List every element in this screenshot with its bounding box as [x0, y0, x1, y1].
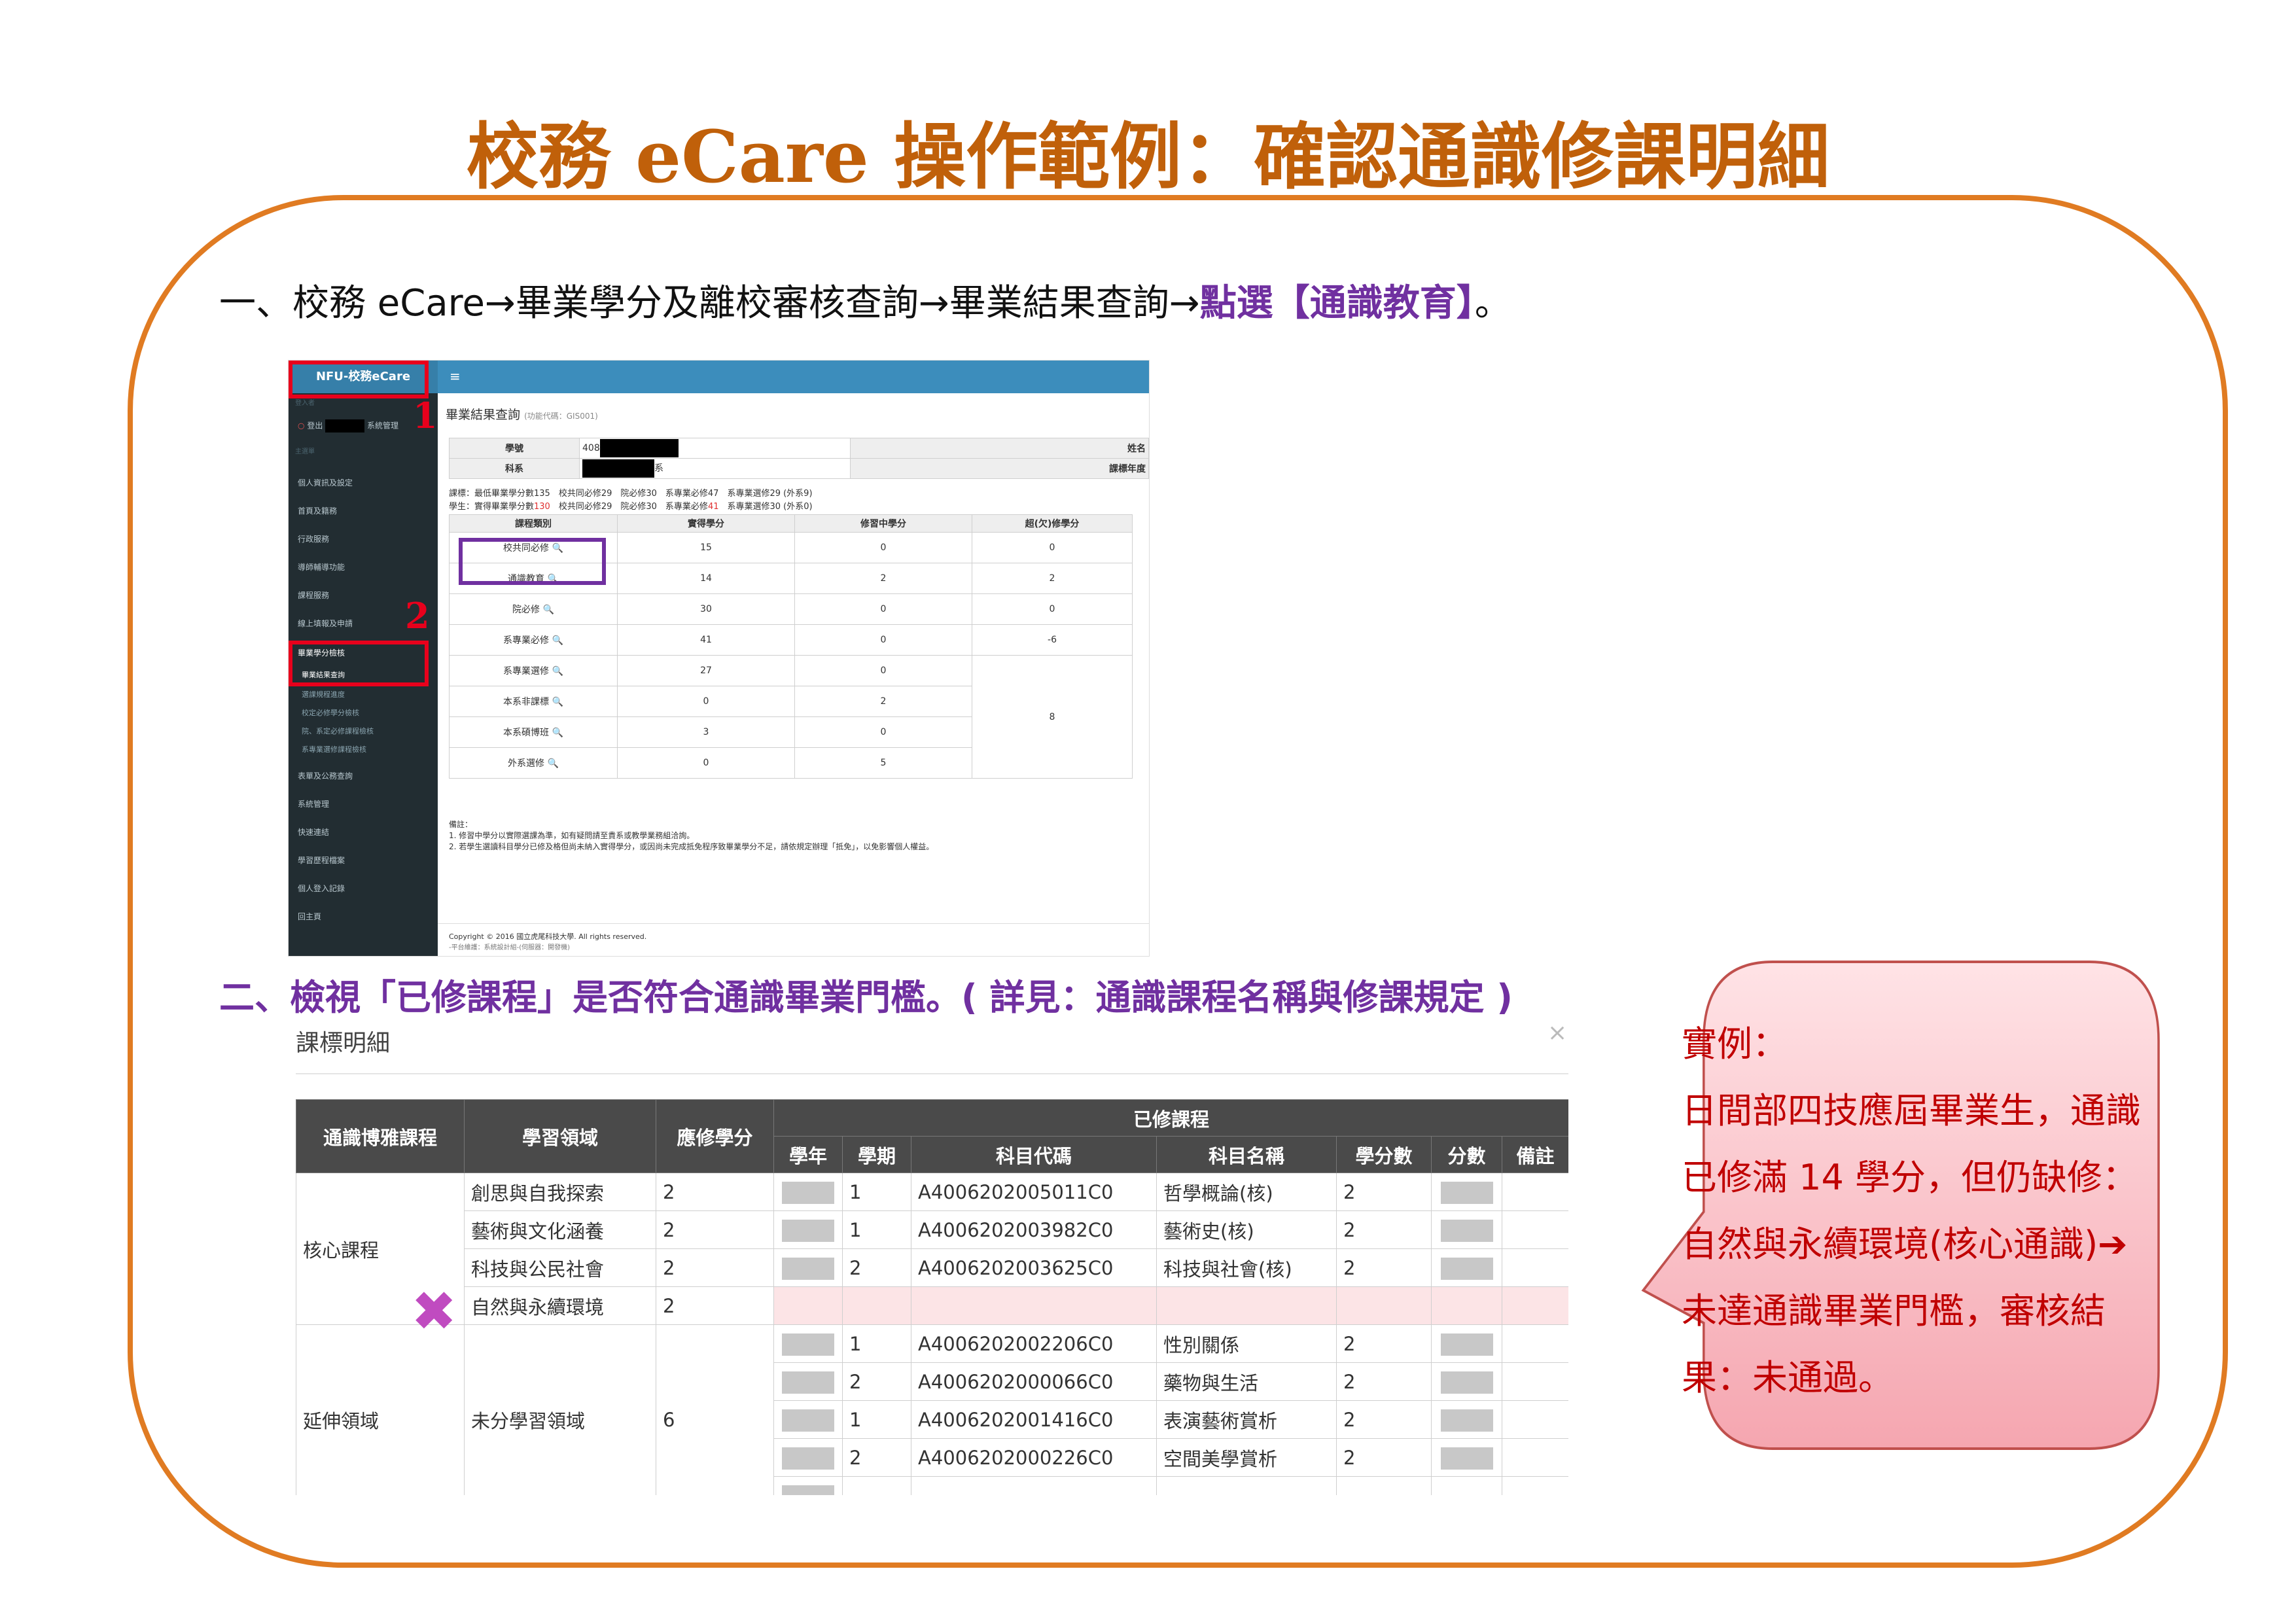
student-info-table: 學號 408 姓名 科系系課標年度	[449, 438, 1149, 479]
arrow-icon: ➔	[2098, 1224, 2128, 1265]
category-external-elective[interactable]: 外系選修 🔍	[449, 747, 618, 779]
category-college[interactable]: 院必修 🔍	[449, 593, 618, 625]
table-row: 延伸領域 未分學習領域 6 1 A4006202002206C0 性別關係 2	[296, 1324, 1568, 1495]
table-row: 藝術與文化涵養 2 1 A4006202003982C0 藝術史(核) 2	[296, 1210, 1568, 1249]
highlight-box-1	[289, 361, 429, 398]
menu-admin[interactable]: 行政服務	[298, 533, 329, 544]
graduation-query-screenshot: NFU-校務eCare 登入者 ○ 登出 系統管理 主選單 個人資訊及設定 首頁…	[288, 360, 1150, 957]
student-credit-summary: 學生：實得畢業學分數130 校共同必修29 院必修30 系專業必修41 系專業選…	[449, 502, 813, 512]
menu-course[interactable]: 課程服務	[298, 590, 329, 601]
step1-instruction: 一、校務 eCare→畢業學分及離校審核查詢→畢業結果查詢→點選【通識教育】。	[219, 282, 1511, 325]
category-dept-elective[interactable]: 系專業選修 🔍	[449, 655, 618, 686]
modal-title: 課標明細	[296, 1030, 391, 1057]
table-row-missing: 自然與永續環境 2	[296, 1286, 1568, 1325]
top-bar: ≡	[438, 361, 1149, 393]
search-icon: 🔍	[552, 635, 563, 646]
close-icon[interactable]: ×	[1547, 1019, 1567, 1046]
missing-x-icon: ✖	[411, 1279, 457, 1343]
search-icon: 🔍	[552, 666, 563, 677]
step2-instruction: 二、檢視「已修課程」是否符合通識畢業門檻。( 詳見：通識課程名稱與修課規定 )	[219, 977, 1513, 1018]
menu-home[interactable]: 首頁及籍務	[298, 505, 337, 516]
course-detail-table: 通識博雅課程 學習領域 應修學分 已修課程 學年 學期 科目代碼 科目名稱 學分數 分數 備註 核…	[296, 1099, 1568, 1495]
search-icon: 🔍	[542, 605, 554, 615]
category-grad-course[interactable]: 本系碩博班 🔍	[449, 716, 618, 748]
search-icon: 🔍	[552, 697, 563, 707]
category-dept-required[interactable]: 系專業必修 🔍	[449, 624, 618, 656]
callout-text: 實例： 日間部四技應屆畢業生，通識已修滿 14 學分，但仍缺修：自然與永續環境(…	[1682, 1023, 2141, 1398]
search-icon: 🔍	[552, 728, 563, 738]
menu-online[interactable]: 線上填報及申請	[298, 618, 353, 629]
table-row: 核心課程 創思與自我探索 2 1 A4006202005011C0 哲學概論(核) 2	[296, 1173, 1568, 1325]
menu-personal[interactable]: 個人資訊及設定	[298, 477, 353, 488]
query-heading: 畢業結果查詢 (功能代碼：GIS001)	[446, 408, 598, 422]
category-non-standard[interactable]: 本系非課標 🔍	[449, 686, 618, 717]
menu-tutor[interactable]: 導師輔導功能	[298, 561, 345, 573]
table-row: 科技與公民社會 2 2 A4006202003625C0 科技與社會(核) 2	[296, 1248, 1568, 1287]
logout-link[interactable]: ○ 登出 系統管理	[298, 419, 398, 432]
step1-highlight: 點選【通識教育】	[1199, 282, 1475, 325]
highlight-box-common	[459, 538, 606, 585]
search-icon: 🔍	[547, 758, 559, 769]
page-title: 校務 eCare 操作範例：確認通識修課明細	[466, 115, 1830, 199]
highlight-box-2	[289, 641, 429, 686]
hamburger-icon[interactable]: ≡	[450, 368, 461, 384]
